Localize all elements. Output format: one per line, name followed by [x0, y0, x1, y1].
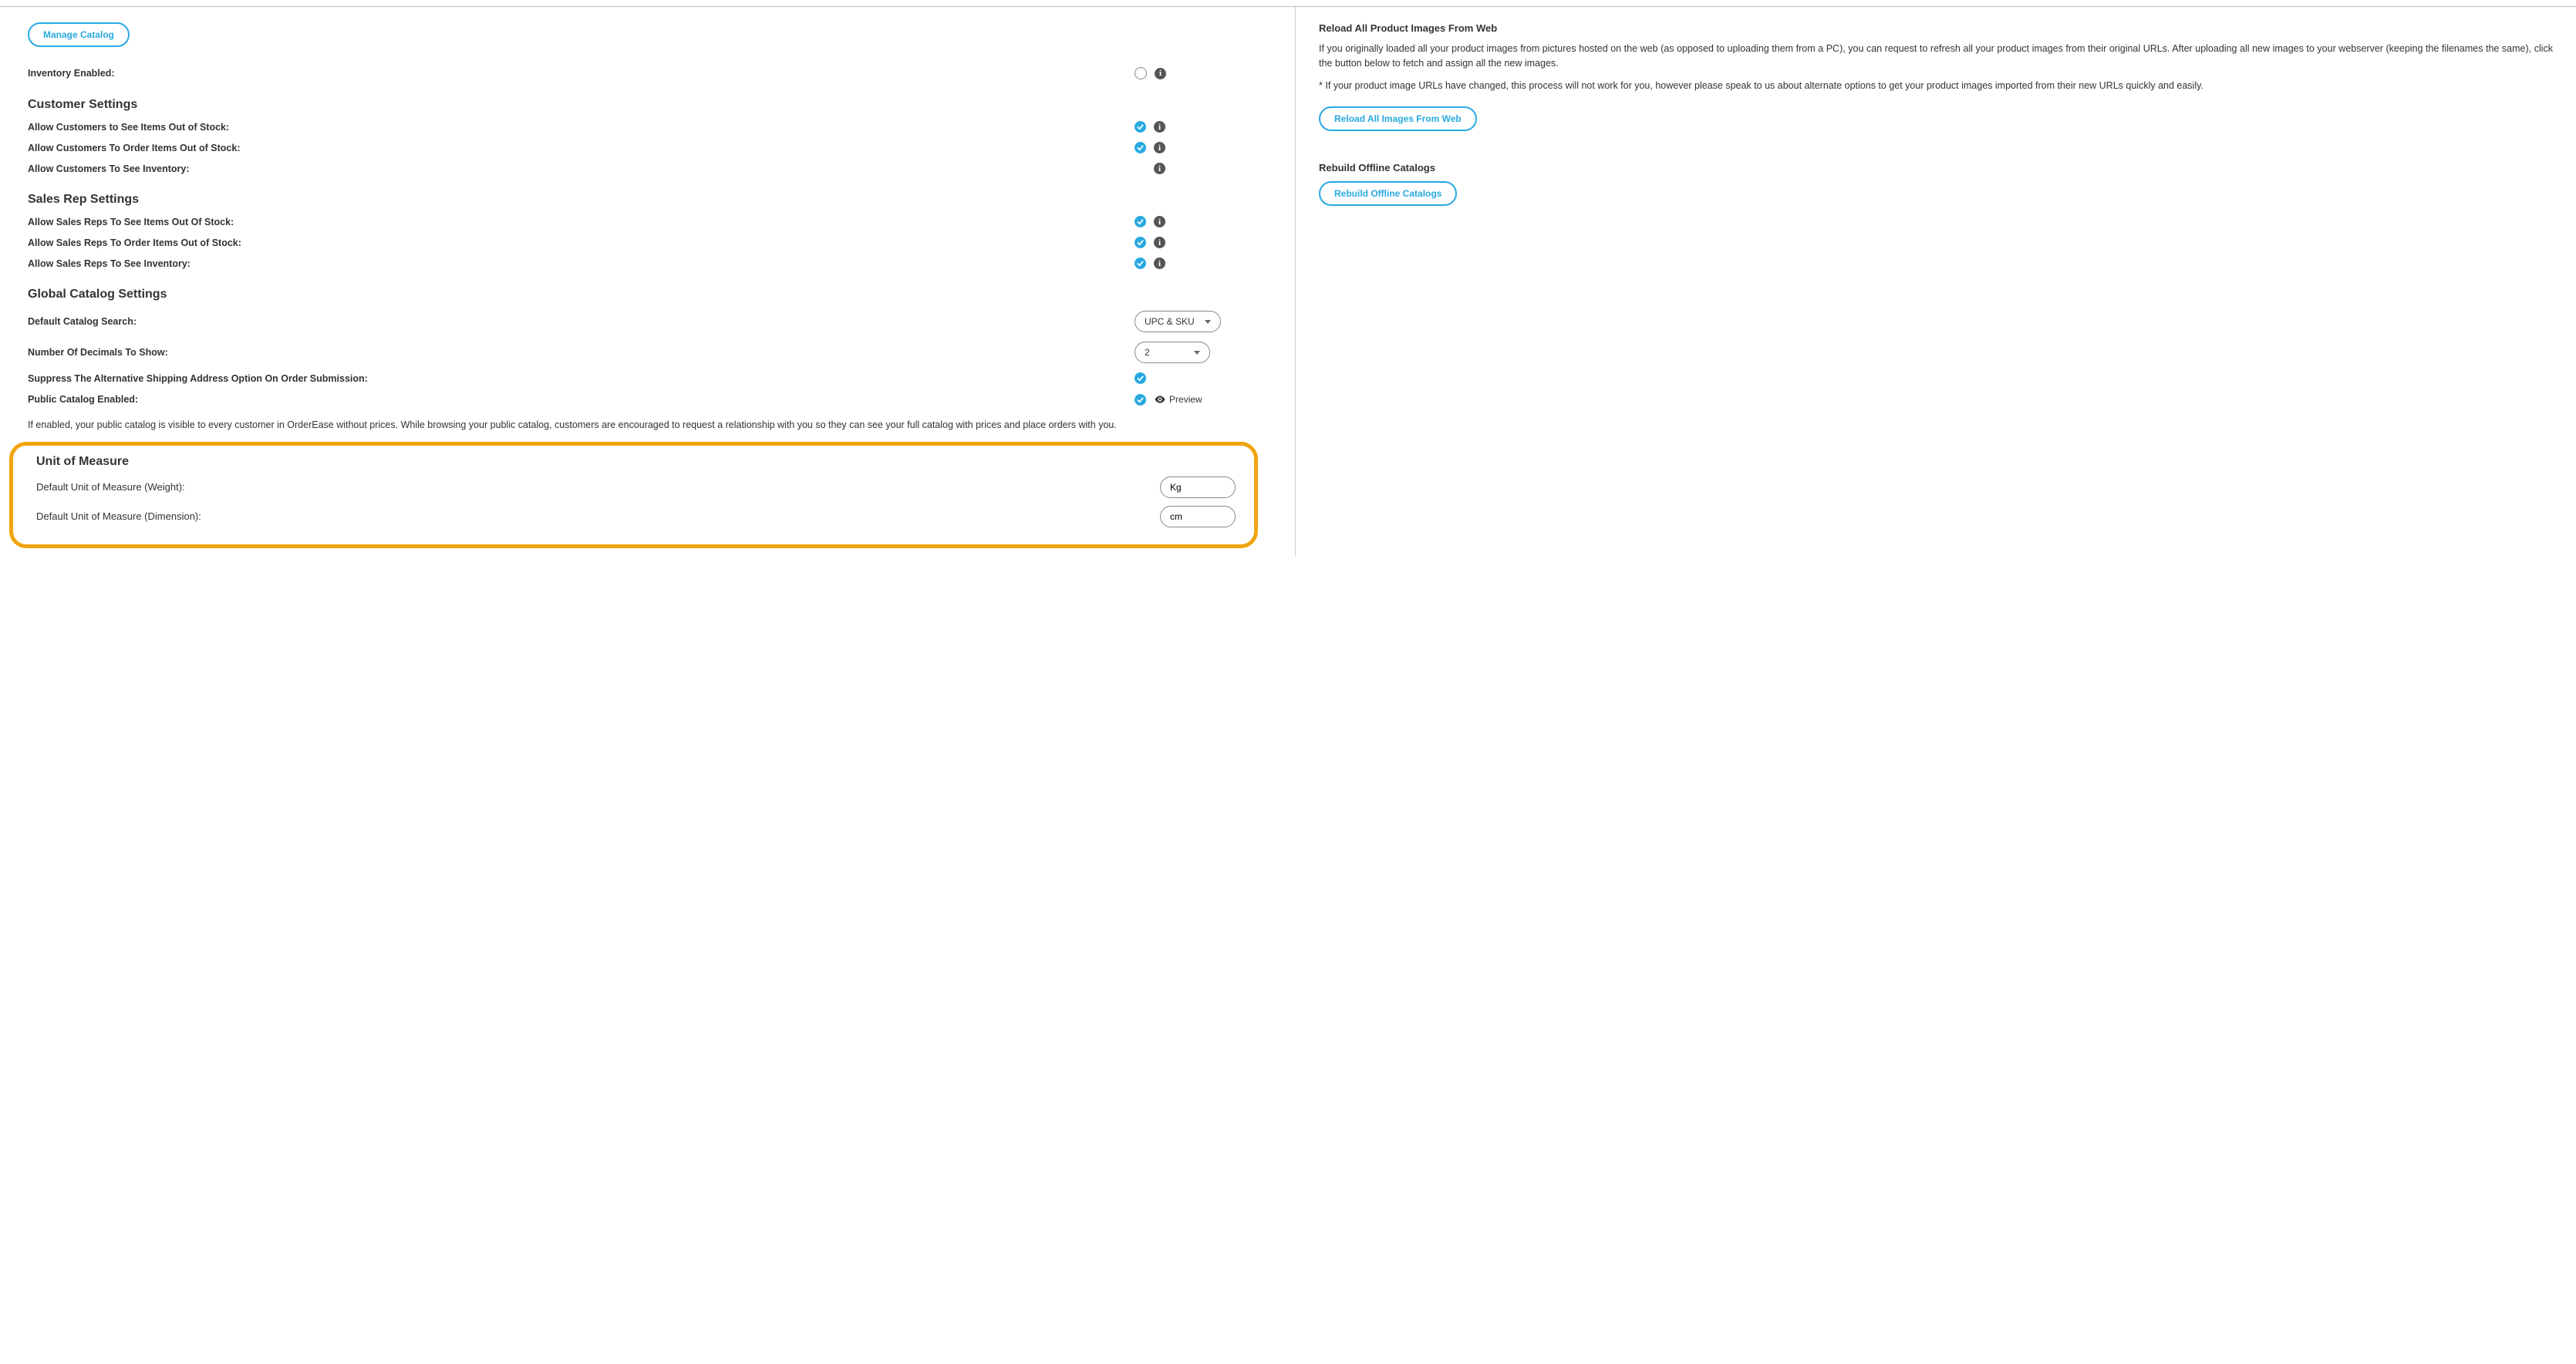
- manage-catalog-button[interactable]: Manage Catalog: [28, 22, 130, 47]
- default-search-select[interactable]: UPC & SKU: [1135, 311, 1221, 332]
- reload-images-button[interactable]: Reload All Images From Web: [1319, 106, 1477, 131]
- rep-see-out-label: Allow Sales Reps To See Items Out Of Sto…: [28, 217, 234, 227]
- info-icon[interactable]: i: [1154, 237, 1165, 248]
- info-icon[interactable]: i: [1154, 258, 1165, 269]
- info-icon[interactable]: i: [1155, 68, 1166, 79]
- reload-images-p1: If you originally loaded all your produc…: [1319, 42, 2553, 71]
- info-icon[interactable]: i: [1154, 163, 1165, 174]
- inventory-enabled-toggle[interactable]: [1135, 67, 1147, 79]
- uom-heading: Unit of Measure: [36, 455, 1236, 469]
- inventory-enabled-label: Inventory Enabled:: [28, 68, 115, 79]
- rep-see-out-toggle[interactable]: [1135, 216, 1146, 227]
- reload-images-heading: Reload All Product Images From Web: [1319, 22, 2553, 34]
- cust-order-out-toggle[interactable]: [1135, 142, 1146, 153]
- uom-highlight-box: Unit of Measure Default Unit of Measure …: [9, 442, 1258, 548]
- rep-see-inv-toggle[interactable]: [1135, 258, 1146, 269]
- suppress-label: Suppress The Alternative Shipping Addres…: [28, 373, 368, 384]
- public-catalog-description: If enabled, your public catalog is visib…: [28, 418, 1258, 433]
- global-catalog-settings-heading: Global Catalog Settings: [28, 288, 1258, 301]
- rep-order-out-label: Allow Sales Reps To Order Items Out of S…: [28, 237, 241, 248]
- preview-link[interactable]: Preview: [1154, 393, 1202, 406]
- decimals-label: Number Of Decimals To Show:: [28, 347, 168, 358]
- decimals-value: 2: [1145, 347, 1150, 358]
- public-enabled-toggle[interactable]: [1135, 394, 1146, 406]
- default-search-label: Default Catalog Search:: [28, 316, 137, 327]
- uom-weight-label: Default Unit of Measure (Weight):: [36, 481, 185, 493]
- info-icon[interactable]: i: [1154, 216, 1165, 227]
- chevron-down-icon: [1205, 320, 1211, 324]
- cust-order-out-label: Allow Customers To Order Items Out of St…: [28, 143, 241, 153]
- rep-see-inv-label: Allow Sales Reps To See Inventory:: [28, 258, 191, 269]
- sales-rep-settings-heading: Sales Rep Settings: [28, 193, 1258, 207]
- info-icon[interactable]: i: [1154, 121, 1165, 133]
- right-column: Reload All Product Images From Web If yo…: [1295, 7, 2576, 556]
- rebuild-offline-button[interactable]: Rebuild Offline Catalogs: [1319, 181, 1457, 206]
- info-icon[interactable]: i: [1154, 142, 1165, 153]
- decimals-select[interactable]: 2: [1135, 342, 1210, 363]
- uom-dimension-input[interactable]: [1160, 506, 1236, 527]
- eye-icon: [1154, 393, 1166, 406]
- public-enabled-label: Public Catalog Enabled:: [28, 394, 138, 405]
- cust-see-out-label: Allow Customers to See Items Out of Stoc…: [28, 122, 229, 133]
- uom-dimension-label: Default Unit of Measure (Dimension):: [36, 510, 201, 522]
- suppress-toggle[interactable]: [1135, 372, 1146, 384]
- left-column: Manage Catalog Inventory Enabled: i Cust…: [0, 7, 1281, 556]
- preview-label: Preview: [1169, 394, 1202, 405]
- rep-order-out-toggle[interactable]: [1135, 237, 1146, 248]
- chevron-down-icon: [1194, 351, 1200, 355]
- default-search-value: UPC & SKU: [1145, 316, 1195, 327]
- cust-see-out-toggle[interactable]: [1135, 121, 1146, 133]
- uom-weight-input[interactable]: [1160, 477, 1236, 498]
- reload-images-p2: * If your product image URLs have change…: [1319, 79, 2553, 93]
- cust-see-inv-label: Allow Customers To See Inventory:: [28, 163, 190, 174]
- customer-settings-heading: Customer Settings: [28, 98, 1258, 112]
- rebuild-offline-heading: Rebuild Offline Catalogs: [1319, 162, 2553, 173]
